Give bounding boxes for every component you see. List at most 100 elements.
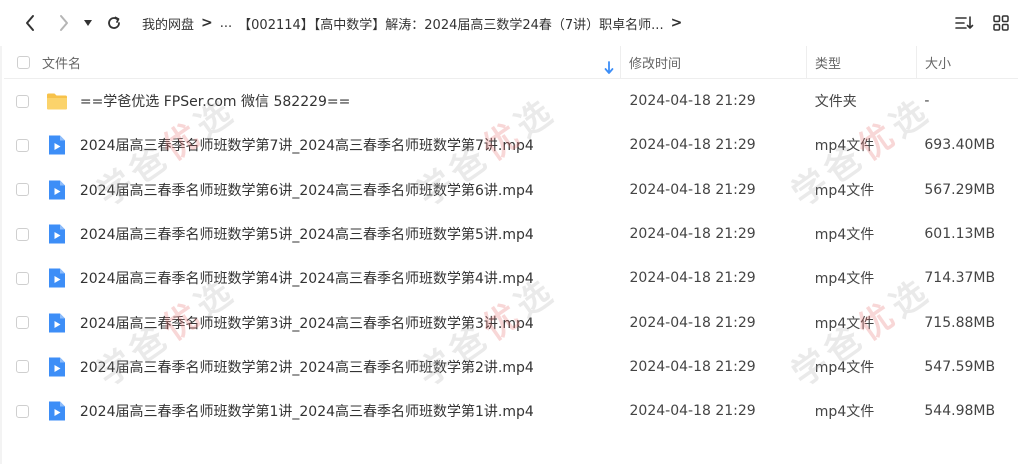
modified-time: 2024-04-18 21:29 [629, 137, 756, 154]
row-name-cell[interactable]: 2024届高三春季名师班数学第6讲_2024高三春季名师班数学第6讲.mp4 [42, 179, 622, 201]
file-name[interactable]: ==学爸优选 FPSer.com 微信 582229== [80, 91, 351, 111]
sort-list-icon [955, 16, 974, 29]
table-row[interactable]: 2024届高三春季名师班数学第1讲_2024高三春季名师班数学第1讲.mp4 20… [4, 389, 1018, 433]
row-name-cell[interactable]: 2024届高三春季名师班数学第1讲_2024高三春季名师班数学第1讲.mp4 [42, 400, 622, 422]
row-check-cell [4, 316, 42, 330]
back-button[interactable] [14, 7, 46, 39]
video-file-icon [48, 268, 65, 288]
sort-button[interactable] [954, 12, 976, 34]
header-type[interactable]: 类型 [806, 46, 916, 78]
row-time-cell: 2024-04-18 21:29 [622, 315, 807, 331]
row-checkbox[interactable] [16, 94, 30, 108]
row-name-cell[interactable]: 2024届高三春季名师班数学第7讲_2024高三春季名师班数学第7讲.mp4 [42, 134, 622, 156]
file-name[interactable]: 2024届高三春季名师班数学第4讲_2024高三春季名师班数学第4讲.mp4 [80, 268, 534, 288]
row-checkbox[interactable] [16, 360, 30, 374]
table-row[interactable]: 2024届高三春季名师班数学第5讲_2024高三春季名师班数学第5讲.mp4 20… [4, 212, 1018, 256]
file-size: - [924, 93, 930, 110]
row-checkbox[interactable] [16, 227, 30, 241]
table-body: ==学爸优选 FPSer.com 微信 582229== 2024-04-18 2… [4, 79, 1018, 433]
table-row[interactable]: 2024届高三春季名师班数学第3讲_2024高三春季名师班数学第3讲.mp4 20… [4, 300, 1018, 344]
row-type-cell: mp4文件 [807, 224, 917, 244]
breadcrumb-separator: > [670, 15, 683, 31]
select-all-checkbox[interactable] [16, 55, 30, 69]
row-type-cell: 文件夹 [807, 91, 917, 111]
file-name[interactable]: 2024届高三春季名师班数学第1讲_2024高三春季名师班数学第1讲.mp4 [80, 401, 534, 421]
row-type-cell: mp4文件 [807, 401, 917, 421]
header-size-label: 大小 [925, 56, 952, 72]
row-checkbox[interactable] [16, 271, 30, 285]
file-size: 714.37MB [924, 270, 996, 287]
row-check-cell [4, 404, 42, 418]
file-name[interactable]: 2024届高三春季名师班数学第7讲_2024高三春季名师班数学第7讲.mp4 [80, 135, 534, 155]
header-size[interactable]: 大小 [916, 46, 1018, 78]
modified-time: 2024-04-18 21:29 [629, 93, 756, 110]
video-file-icon [48, 313, 65, 333]
file-size: 693.40MB [924, 137, 996, 154]
scrollbar[interactable] [1018, 46, 1024, 464]
refresh-button[interactable] [98, 7, 130, 39]
row-type-cell: mp4文件 [807, 313, 917, 333]
folder-icon [46, 93, 67, 110]
video-file-icon [48, 135, 65, 155]
row-checkbox[interactable] [16, 404, 30, 418]
row-check-cell [4, 138, 42, 152]
row-name-cell[interactable]: 2024届高三春季名师班数学第3讲_2024高三春季名师班数学第3讲.mp4 [42, 312, 622, 334]
row-check-cell [4, 183, 42, 197]
history-dropdown-button[interactable] [80, 7, 96, 39]
breadcrumb-root[interactable]: 我的网盘 [142, 14, 194, 33]
row-time-cell: 2024-04-18 21:29 [622, 359, 807, 375]
table-row[interactable]: ==学爸优选 FPSer.com 微信 582229== 2024-04-18 2… [4, 79, 1018, 123]
table-row[interactable]: 2024届高三春季名师班数学第6讲_2024高三春季名师班数学第6讲.mp4 20… [4, 168, 1018, 212]
video-file-icon [48, 224, 65, 244]
header-time[interactable]: 修改时间 [620, 46, 806, 78]
row-name-cell[interactable]: ==学爸优选 FPSer.com 微信 582229== [42, 90, 622, 112]
row-size-cell: 567.29MB [916, 182, 1018, 198]
file-type: mp4文件 [814, 227, 875, 244]
modified-time: 2024-04-18 21:29 [629, 270, 756, 287]
header-name[interactable]: 文件名 [42, 53, 620, 74]
row-size-cell: 714.37MB [916, 270, 1018, 286]
file-type: mp4文件 [814, 404, 875, 421]
file-name[interactable]: 2024届高三春季名师班数学第6讲_2024高三春季名师班数学第6讲.mp4 [80, 180, 534, 200]
sort-down-arrow-icon [604, 60, 614, 74]
table-row[interactable]: 2024届高三春季名师班数学第7讲_2024高三春季名师班数学第7讲.mp4 20… [4, 123, 1018, 167]
row-checkbox[interactable] [16, 138, 30, 152]
table-row[interactable]: 2024届高三春季名师班数学第2讲_2024高三春季名师班数学第2讲.mp4 20… [4, 345, 1018, 389]
row-checkbox[interactable] [16, 316, 30, 330]
row-time-cell: 2024-04-18 21:29 [622, 182, 807, 198]
breadcrumb-current[interactable]: 【002114】【高中数学】解涛：2024届高三数学24春（7讲）职卓名师... [238, 14, 663, 33]
header-time-label: 修改时间 [629, 56, 682, 72]
left-edge [0, 46, 2, 464]
row-size-cell: 601.13MB [916, 226, 1018, 242]
row-time-cell: 2024-04-18 21:29 [622, 270, 807, 286]
row-time-cell: 2024-04-18 21:29 [622, 403, 807, 419]
select-all-cell [4, 55, 42, 69]
row-name-cell[interactable]: 2024届高三春季名师班数学第2讲_2024高三春季名师班数学第2讲.mp4 [42, 356, 622, 378]
row-name-cell[interactable]: 2024届高三春季名师班数学第4讲_2024高三春季名师班数学第4讲.mp4 [42, 267, 622, 289]
modified-time: 2024-04-18 21:29 [629, 226, 756, 243]
file-size: 544.98MB [924, 403, 996, 420]
grid-icon [993, 15, 1009, 31]
chevron-right-icon [60, 15, 68, 31]
row-name-cell[interactable]: 2024届高三春季名师班数学第5讲_2024高三春季名师班数学第5讲.mp4 [42, 223, 622, 245]
file-name[interactable]: 2024届高三春季名师班数学第2讲_2024高三春季名师班数学第2讲.mp4 [80, 357, 534, 377]
row-time-cell: 2024-04-18 21:29 [622, 93, 807, 109]
row-type-cell: mp4文件 [807, 135, 917, 155]
row-checkbox[interactable] [16, 183, 30, 197]
row-size-cell: 547.59MB [916, 359, 1018, 375]
forward-button[interactable] [48, 7, 80, 39]
file-type: mp4文件 [814, 315, 875, 332]
modified-time: 2024-04-18 21:29 [629, 403, 756, 420]
file-type: mp4文件 [814, 271, 875, 288]
grid-view-button[interactable] [990, 12, 1012, 34]
file-name[interactable]: 2024届高三春季名师班数学第5讲_2024高三春季名师班数学第5讲.mp4 [80, 224, 534, 244]
breadcrumb-ellipsis[interactable]: ... [220, 16, 232, 31]
breadcrumb-separator: > [201, 15, 213, 31]
row-type-cell: mp4文件 [807, 357, 917, 377]
view-tools [954, 0, 1012, 46]
row-check-cell [4, 227, 42, 241]
file-table: 文件名 修改时间 类型 大小 ==学爸优选 FPSer.com 微信 58222… [4, 46, 1018, 433]
video-file-icon [48, 357, 65, 377]
table-row[interactable]: 2024届高三春季名师班数学第4讲_2024高三春季名师班数学第4讲.mp4 20… [4, 256, 1018, 300]
file-name[interactable]: 2024届高三春季名师班数学第3讲_2024高三春季名师班数学第3讲.mp4 [80, 313, 534, 333]
